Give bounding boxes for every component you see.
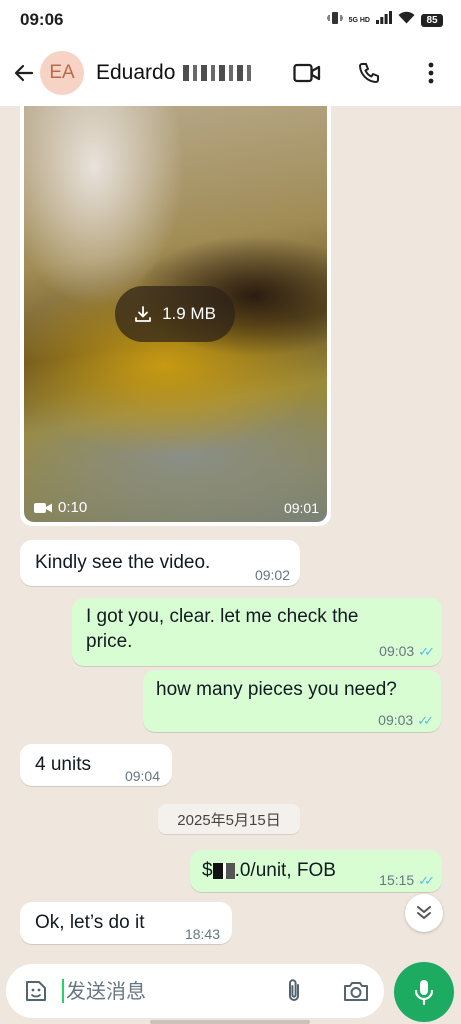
date-divider: 2025年5月15日: [158, 804, 300, 834]
camera-button[interactable]: [336, 971, 376, 1011]
message-time: 18:43: [184, 926, 220, 942]
message-text: $ .0/unit, FOB: [202, 860, 336, 881]
message-bubble-out[interactable]: how many pieces you need? 09:03 ✓✓: [143, 670, 441, 732]
video-size: 1.9 MB: [162, 304, 216, 323]
message-time: 09:04: [124, 768, 160, 784]
message-bubble-out[interactable]: I got you, clear. let me check the price…: [72, 598, 442, 666]
message-time: 09:02: [254, 567, 290, 583]
sticker-button[interactable]: [16, 971, 56, 1011]
phone-icon: [359, 63, 379, 83]
back-button[interactable]: [4, 53, 44, 93]
video-thumbnail[interactable]: 1.9 MB 0:10 09:01: [24, 106, 327, 522]
video-message[interactable]: 1.9 MB 0:10 09:01: [20, 106, 331, 526]
message-bubble-out[interactable]: $ .0/unit, FOB 15:15 ✓✓: [190, 850, 442, 892]
avatar[interactable]: EA: [40, 51, 84, 95]
message-time: 09:01: [283, 500, 319, 516]
vibrate-icon: [325, 11, 344, 30]
message-meta: 09:03 ✓✓: [379, 639, 435, 664]
header-actions: [287, 53, 451, 93]
status-icons: 5G HD 85: [325, 11, 443, 30]
home-indicator: [150, 1020, 310, 1024]
voice-call-button[interactable]: [349, 53, 389, 93]
chat-area[interactable]: 1.9 MB 0:10 09:01 Kindly see the video. …: [0, 106, 461, 958]
contact-name-area[interactable]: Eduardo: [96, 61, 254, 85]
redacted-surname: [183, 65, 254, 81]
message-text: 4 units: [35, 754, 91, 775]
video-camera-icon: [293, 63, 321, 83]
message-meta: 09:03 ✓✓: [378, 708, 434, 733]
attach-button[interactable]: [274, 971, 314, 1011]
paperclip-icon: [289, 979, 299, 1001]
read-ticks-icon: ✓✓: [418, 644, 435, 659]
message-time: 09:03: [379, 643, 415, 659]
message-bubble-in[interactable]: Ok, let’s do it 18:43: [20, 902, 232, 944]
status-time: 09:06: [20, 10, 64, 29]
wifi-icon: [398, 11, 415, 29]
arrow-left-icon: [14, 64, 34, 82]
status-bar: 09:06 5G HD 85: [0, 0, 461, 40]
network-label: 5G HD: [348, 16, 370, 24]
message-meta: 15:15 ✓✓: [379, 868, 435, 893]
video-camera-icon: [34, 502, 52, 513]
message-text: Kindly see the video.: [35, 552, 211, 573]
message-composer: [6, 964, 384, 1018]
scroll-to-bottom-button[interactable]: [405, 894, 443, 932]
signal-icon: [376, 11, 392, 29]
sticker-icon: [26, 981, 46, 1001]
message-input[interactable]: [62, 979, 272, 1003]
read-ticks-icon: ✓✓: [417, 713, 434, 728]
chat-header: EA Eduardo: [0, 40, 461, 106]
microphone-icon: [414, 980, 434, 1005]
download-icon: [135, 306, 151, 322]
redacted-price: [212, 862, 235, 879]
more-options-button[interactable]: [411, 53, 451, 93]
message-bubble-in[interactable]: Kindly see the video. 09:02: [20, 540, 300, 586]
video-call-button[interactable]: [287, 53, 327, 93]
camera-icon: [344, 982, 368, 1001]
double-chevron-down-icon: [417, 906, 431, 919]
battery-badge: 85: [421, 13, 443, 27]
read-ticks-icon: ✓✓: [418, 873, 435, 888]
message-text: Ok, let’s do it: [35, 912, 145, 933]
message-text-line1: I got you, clear. let me check the: [86, 606, 359, 627]
message-time: 09:03: [378, 712, 414, 728]
kebab-menu-icon: [428, 62, 434, 84]
video-duration: 0:10: [34, 499, 87, 516]
download-button[interactable]: 1.9 MB: [115, 286, 235, 342]
message-time: 15:15: [379, 872, 415, 888]
contact-name: Eduardo: [96, 61, 176, 84]
message-bubble-in[interactable]: 4 units 09:04: [20, 744, 172, 786]
message-text-line2: price.: [86, 631, 133, 652]
message-text: how many pieces you need?: [156, 679, 397, 700]
voice-message-button[interactable]: [394, 962, 454, 1022]
